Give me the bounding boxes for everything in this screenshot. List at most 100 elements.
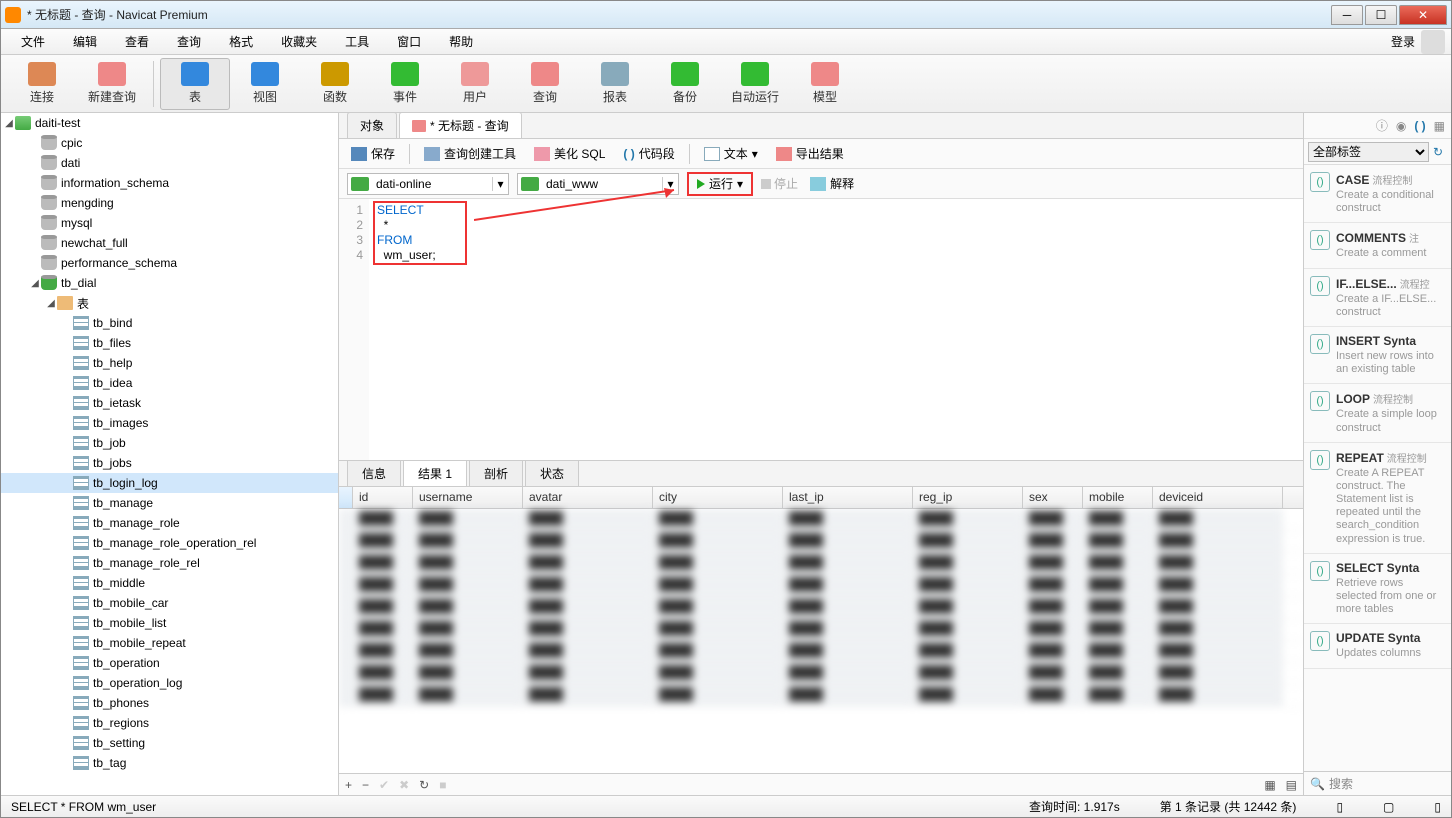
toolbar-reports[interactable]: 报表 [580,58,650,110]
table-row[interactable]: ████████████████████████████████████ [339,531,1303,553]
toolbar-functions[interactable]: 函数 [300,58,370,110]
table-node[interactable]: tb_regions [1,713,338,733]
tab-status[interactable]: 状态 [525,460,579,486]
database-node[interactable]: performance_schema [1,253,338,273]
tab-result1[interactable]: 结果 1 [403,460,467,486]
toolbar-connect[interactable]: 连接 [7,58,77,110]
table-node[interactable]: tb_job [1,433,338,453]
table-node[interactable]: tb_mobile_repeat [1,633,338,653]
snippet-search[interactable]: 🔍 搜索 [1304,771,1451,795]
layout-icon-3[interactable]: ▯ [1434,800,1441,814]
table-row[interactable]: ████████████████████████████████████ [339,597,1303,619]
table-node[interactable]: tb_operation [1,653,338,673]
maximize-button[interactable]: ☐ [1365,5,1397,25]
chevron-down-icon[interactable]: ▾ [662,177,678,191]
eye-icon[interactable]: ◉ [1396,119,1406,133]
avatar-icon[interactable] [1421,30,1445,54]
table-row[interactable]: ████████████████████████████████████ [339,509,1303,531]
database-node[interactable]: tb_dial [61,276,96,290]
table-row[interactable]: ████████████████████████████████████ [339,685,1303,707]
tag-filter-select[interactable]: 全部标签 [1308,142,1429,162]
table-node[interactable]: tb_manage [1,493,338,513]
beautify-button[interactable]: 美化 SQL [530,143,609,164]
snippet-item[interactable]: ()REPEAT流程控制Create A REPEAT construct. T… [1304,443,1451,554]
grid-icon[interactable]: ▦ [1434,119,1445,133]
save-button[interactable]: 保存 [347,143,399,164]
toolbar-views[interactable]: 视图 [230,58,300,110]
menu-工具[interactable]: 工具 [331,29,383,54]
menu-窗口[interactable]: 窗口 [383,29,435,54]
connection-combo[interactable]: dati-online ▾ [347,173,509,195]
table-node[interactable]: tb_login_log [1,473,338,493]
table-node[interactable]: tb_setting [1,733,338,753]
table-node[interactable]: tb_mobile_car [1,593,338,613]
table-node[interactable]: tb_idea [1,373,338,393]
tab-info[interactable]: 信息 [347,460,401,486]
toolbar-queries[interactable]: 查询 [510,58,580,110]
toolbar-users[interactable]: 用户 [440,58,510,110]
snippet-item[interactable]: ()INSERT SyntaInsert new rows into an ex… [1304,327,1451,384]
table-row[interactable]: ████████████████████████████████████ [339,663,1303,685]
snippet-button[interactable]: ( )代码段 [619,143,678,164]
delete-record-button[interactable]: − [362,778,369,792]
database-node[interactable]: mengding [1,193,338,213]
tables-folder[interactable]: 表 [77,295,89,312]
column-header[interactable]: deviceid [1153,487,1283,508]
toolbar-tables[interactable]: 表 [160,58,230,110]
result-grid[interactable]: idusernameavatarcitylast_ipreg_ipsexmobi… [339,487,1303,773]
chevron-down-icon[interactable]: ▾ [492,177,508,191]
column-header[interactable]: mobile [1083,487,1153,508]
table-node[interactable]: tb_bind [1,313,338,333]
connection-node[interactable]: daiti-test [35,116,80,130]
table-node[interactable]: tb_middle [1,573,338,593]
table-node[interactable]: tb_ietask [1,393,338,413]
info-icon[interactable]: ⓘ [1376,117,1388,134]
toolbar-autorun[interactable]: 自动运行 [720,58,790,110]
table-row[interactable]: ████████████████████████████████████ [339,553,1303,575]
caret-icon[interactable]: ◢ [3,118,15,129]
caret-icon[interactable]: ◢ [45,298,57,309]
menu-查看[interactable]: 查看 [111,29,163,54]
database-node[interactable]: dati [1,153,338,173]
toolbar-new-query[interactable]: 新建查询 [77,58,147,110]
table-row[interactable]: ████████████████████████████████████ [339,575,1303,597]
menu-编辑[interactable]: 编辑 [59,29,111,54]
database-node[interactable]: information_schema [1,173,338,193]
minimize-button[interactable]: ─ [1331,5,1363,25]
login-link[interactable]: 登录 [1391,33,1415,50]
table-node[interactable]: tb_manage_role_rel [1,553,338,573]
menu-查询[interactable]: 查询 [163,29,215,54]
toolbar-models[interactable]: 模型 [790,58,860,110]
column-header[interactable]: last_ip [783,487,913,508]
grid-view-icon[interactable]: ▦ [1264,778,1275,792]
database-node[interactable]: cpic [1,133,338,153]
menu-收藏夹[interactable]: 收藏夹 [267,29,331,54]
column-header[interactable]: username [413,487,523,508]
toolbar-events[interactable]: 事件 [370,58,440,110]
snippet-item[interactable]: ()UPDATE SyntaUpdates columns [1304,624,1451,668]
object-tree[interactable]: ◢ daiti-test cpicdatiinformation_schemam… [1,113,339,795]
menu-格式[interactable]: 格式 [215,29,267,54]
layout-icon-2[interactable]: ▢ [1383,800,1394,814]
database-node[interactable]: mysql [1,213,338,233]
table-node[interactable]: tb_files [1,333,338,353]
table-node[interactable]: tb_jobs [1,453,338,473]
toolbar-backup[interactable]: 备份 [650,58,720,110]
table-node[interactable]: tb_phones [1,693,338,713]
refresh-icon[interactable]: ↻ [1429,145,1447,159]
snippet-item[interactable]: ()CASE流程控制Create a conditional construct [1304,165,1451,223]
tab-query[interactable]: * 无标题 - 查询 [399,113,522,138]
column-header[interactable]: avatar [523,487,653,508]
close-button[interactable]: ✕ [1399,5,1447,25]
explain-button[interactable]: 解释 [806,173,858,194]
table-node[interactable]: tb_manage_role_operation_rel [1,533,338,553]
column-header[interactable]: reg_ip [913,487,1023,508]
text-button[interactable]: 文本 ▾ [700,143,762,164]
database-combo[interactable]: dati_www ▾ [517,173,679,195]
snippet-item[interactable]: ()LOOP流程控制Create a simple loop construct [1304,384,1451,442]
table-node[interactable]: tb_operation_log [1,673,338,693]
table-row[interactable]: ████████████████████████████████████ [339,641,1303,663]
snippet-item[interactable]: ()COMMENTS注Create a comment [1304,223,1451,268]
export-button[interactable]: 导出结果 [772,143,848,164]
table-node[interactable]: tb_mobile_list [1,613,338,633]
